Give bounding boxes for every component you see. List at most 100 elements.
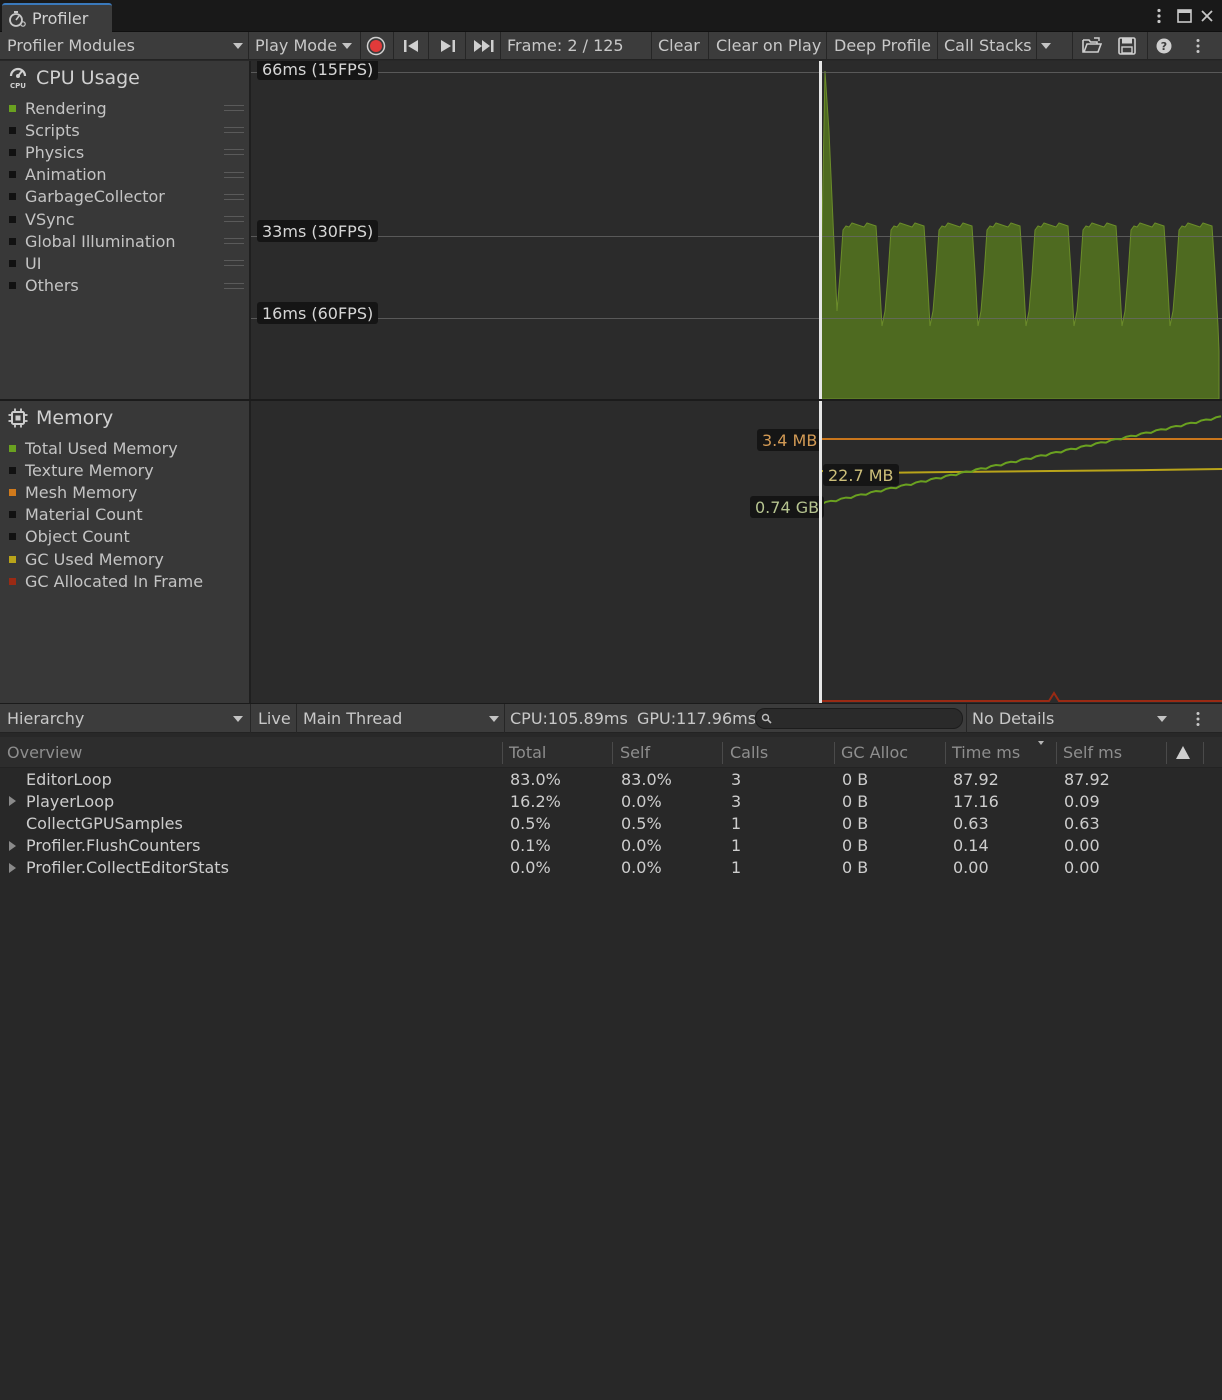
tab-label: Profiler (32, 9, 89, 28)
next-frame-button[interactable] (440, 32, 458, 59)
column-header-gc-alloc[interactable]: GC Alloc (841, 737, 908, 768)
legend-label: Animation (25, 165, 107, 185)
memory-module-panel[interactable]: Memory Total Used Memory Texture Memory Me… (0, 401, 249, 703)
expand-arrow-icon[interactable] (9, 862, 16, 873)
search-icon (761, 713, 772, 724)
memory-chip-icon (8, 408, 28, 428)
drag-handle-icon[interactable] (224, 105, 244, 111)
deep-profile-toggle[interactable]: Deep Profile (834, 32, 931, 59)
details-dropdown[interactable]: No Details (972, 704, 1172, 733)
legend-label: GC Used Memory (25, 549, 164, 569)
memory-title-text: Memory (36, 407, 114, 429)
memory-legend-item[interactable]: GC Allocated In Frame (9, 571, 203, 591)
cpu-module-title: CPU CPU Usage (8, 67, 140, 89)
frame-cursor[interactable] (819, 401, 822, 703)
drag-handle-icon[interactable] (224, 260, 244, 267)
row-time-ms: 0.00 (953, 858, 989, 878)
drag-handle-icon[interactable] (224, 149, 244, 156)
cpu-legend-item[interactable]: Others (9, 276, 79, 296)
cpu-legend-item[interactable]: Scripts (9, 120, 80, 140)
profiler-modules-dropdown[interactable]: Profiler Modules (7, 32, 247, 59)
cpu-legend-item[interactable]: UI (9, 253, 41, 273)
legend-label: Global Illumination (25, 231, 176, 251)
load-button[interactable] (1082, 32, 1104, 59)
mesh-memory-value-label: 3.4 MB (757, 429, 823, 451)
row-name: CollectGPUSamples (26, 813, 183, 833)
view-mode-dropdown[interactable]: Hierarchy (7, 704, 247, 733)
memory-legend-item[interactable]: GC Used Memory (9, 549, 164, 569)
toolbar-menu-button[interactable] (1195, 32, 1207, 59)
save-button[interactable] (1118, 32, 1140, 59)
column-header-self-ms[interactable]: Self ms (1063, 737, 1122, 768)
current-frame-button[interactable] (473, 32, 497, 59)
help-button[interactable]: ? (1156, 32, 1174, 59)
maximize-icon[interactable] (1174, 6, 1194, 26)
cpu-usage-chart[interactable]: 66ms (15FPS) 33ms (30FPS) 16ms (60FPS) (251, 61, 1222, 399)
row-self-ms: 0.63 (1064, 813, 1100, 833)
table-row[interactable]: CollectGPUSamples 0.5% 0.5% 1 0 B 0.63 0.63 (0, 812, 1222, 834)
call-stacks-dropdown[interactable] (1041, 32, 1061, 59)
column-header-self[interactable]: Self (620, 737, 650, 768)
column-header-overview[interactable]: Overview (7, 737, 82, 768)
cpu-legend-item[interactable]: VSync (9, 209, 75, 229)
memory-legend-item[interactable]: Mesh Memory (9, 482, 137, 502)
memory-chart[interactable]: 3.4 MB 22.7 MB 0.74 GB (251, 401, 1222, 703)
table-row[interactable]: PlayerLoop 16.2% 0.0% 3 0 B 17.16 0.09 (0, 790, 1222, 812)
cpu-legend-item[interactable]: GarbageCollector (9, 187, 165, 207)
frame-cursor[interactable] (819, 61, 822, 399)
memory-module-title: Memory (8, 407, 113, 429)
chevron-down-icon (233, 716, 243, 722)
memory-legend-item[interactable]: Object Count (9, 527, 130, 547)
clear-button[interactable]: Clear (658, 32, 700, 59)
row-self: 0.5% (621, 813, 662, 833)
legend-label: Material Count (25, 505, 143, 525)
memory-legend-item[interactable]: Total Used Memory (9, 438, 178, 458)
previous-frame-button[interactable] (403, 32, 421, 59)
search-input[interactable] (755, 708, 963, 729)
details-label: No Details (972, 709, 1055, 728)
row-total: 0.1% (510, 836, 551, 856)
cpu-legend-item[interactable]: Global Illumination (9, 231, 176, 251)
table-row[interactable]: Profiler.FlushCounters 0.1% 0.0% 1 0 B 0.14 0.… (0, 835, 1222, 857)
close-icon[interactable] (1197, 6, 1217, 26)
table-row[interactable]: Profiler.CollectEditorStats 0.0% 0.0% 1 0 B 0… (0, 857, 1222, 879)
cpu-legend-item[interactable]: Animation (9, 165, 107, 185)
cpu-module-panel[interactable]: CPU CPU Usage Rendering Scripts Physics Ani… (0, 61, 249, 399)
cpu-legend-item[interactable]: Physics (9, 142, 84, 162)
drag-handle-icon[interactable] (224, 127, 244, 134)
call-stacks-toggle[interactable]: Call Stacks (944, 32, 1032, 59)
memory-legend-item[interactable]: Material Count (9, 505, 143, 525)
legend-label: Rendering (25, 98, 107, 118)
row-total: 0.0% (510, 858, 551, 878)
profiler-tab[interactable]: Profiler (2, 3, 112, 32)
warning-column-header[interactable] (1175, 737, 1191, 768)
table-row[interactable]: EditorLoop 83.0% 83.0% 3 0 B 87.92 87.92 (0, 768, 1222, 790)
column-header-total[interactable]: Total (509, 737, 546, 768)
drag-handle-icon[interactable] (224, 216, 244, 222)
column-header-time-ms[interactable]: Time ms (952, 737, 1020, 768)
drag-handle-icon[interactable] (224, 282, 244, 289)
cpu-time-readout: CPU:105.89ms (510, 709, 628, 728)
thread-dropdown[interactable]: Main Thread (303, 704, 501, 733)
table-header: Overview Total Self Calls GC Alloc Time … (0, 737, 1222, 768)
drag-handle-icon[interactable] (224, 238, 244, 245)
expand-arrow-icon[interactable] (9, 796, 16, 807)
legend-label: GC Allocated In Frame (25, 571, 204, 591)
record-button[interactable] (366, 32, 388, 59)
hierarchy-table[interactable]: EditorLoop 83.0% 83.0% 3 0 B 87.92 87.92 Player… (0, 768, 1222, 1400)
cpu-legend-item[interactable]: Rendering (9, 98, 107, 118)
memory-legend-item[interactable]: Texture Memory (9, 460, 154, 480)
clear-on-play-toggle[interactable]: Clear on Play (716, 32, 821, 59)
expand-arrow-icon[interactable] (9, 840, 16, 851)
legend-color-swatch (9, 126, 16, 134)
hierarchy-menu-button[interactable] (1195, 704, 1207, 733)
drag-handle-icon[interactable] (224, 171, 244, 178)
column-header-calls[interactable]: Calls (730, 737, 768, 768)
live-toggle[interactable]: Live (258, 704, 291, 733)
play-mode-dropdown[interactable]: Play Mode (255, 32, 357, 59)
drag-handle-icon[interactable] (224, 193, 244, 200)
chevron-down-icon (342, 42, 353, 49)
svg-text:CPU: CPU (10, 82, 26, 89)
kebab-vertical-icon[interactable] (1149, 6, 1169, 26)
cpu-usage-area (820, 70, 1220, 399)
